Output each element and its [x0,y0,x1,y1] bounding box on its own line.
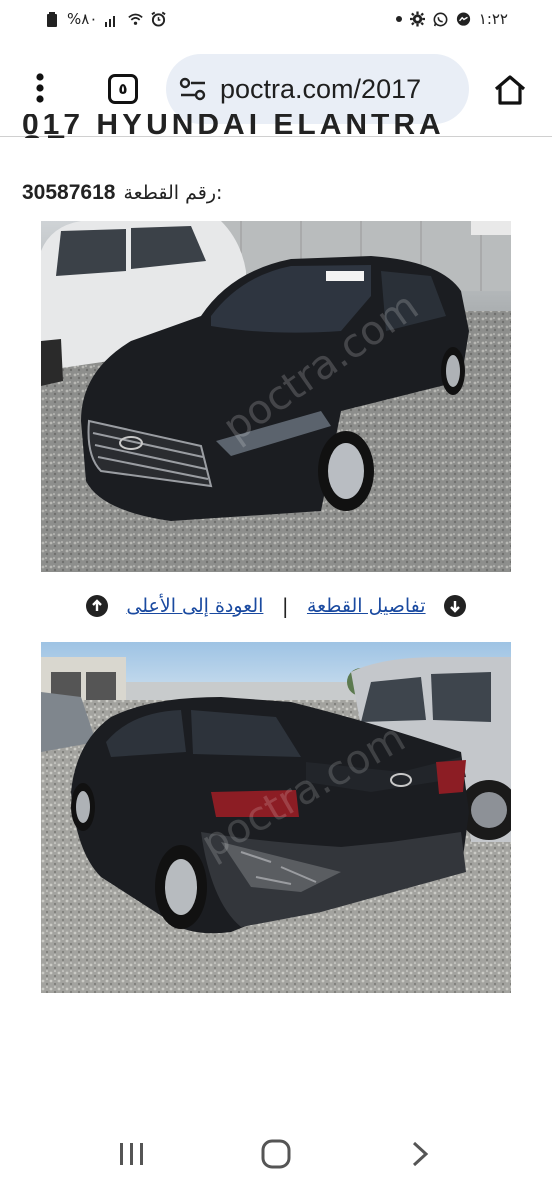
recents-icon[interactable] [107,1129,157,1179]
more-vert-icon[interactable] [22,70,58,106]
lot-links-row: العودة إلى الأعلى | تفاصيل القطعة [86,590,466,622]
arrow-down-circle-icon[interactable] [443,595,466,617]
status-left: %٨٠ [44,10,166,28]
system-nav-bar [0,1126,552,1182]
tab-switcher-icon: ٥ [108,74,138,104]
status-bar: %٨٠ ١:٢٢ [0,0,552,38]
photo-rear-three-quarter[interactable]: poctra.com [41,642,511,993]
url-text: poctra.com/2017 [220,73,422,104]
battery-icon [44,11,59,27]
lot-number: 30587618 [22,181,116,204]
clock: ١:٢٢ [478,10,508,28]
alarm-icon [151,11,166,27]
whatsapp-icon [433,12,448,27]
battery-percentage: %٨٠ [67,10,98,28]
photo-front-three-quarter[interactable]: poctra.com [41,221,511,572]
tab-count: ٥ [118,80,128,98]
gear-icon [409,11,425,27]
home-nav-icon[interactable] [251,1129,301,1179]
lot-label: رقم القطعة: [123,182,223,204]
home-icon[interactable] [490,70,530,110]
arrow-up-circle-icon[interactable] [86,595,108,617]
lot-info: 30587618 رقم القطعة: [22,178,322,208]
link-separator: | [281,594,289,618]
status-right: ١:٢٢ [395,10,508,28]
back-to-top-link[interactable]: العودة إلى الأعلى [126,595,263,617]
back-icon[interactable] [395,1129,445,1179]
wifi-icon [128,12,144,27]
site-settings-icon[interactable] [178,74,208,104]
tab-switcher-button[interactable]: ٥ [106,72,140,106]
signal-icon [105,12,120,27]
page-title-clipped: 017 HYUNDAI ELANTRA SE [22,114,444,138]
lot-details-link[interactable]: تفاصيل القطعة [307,595,426,617]
messenger-icon [456,11,471,27]
notification-dot-icon [395,16,402,22]
